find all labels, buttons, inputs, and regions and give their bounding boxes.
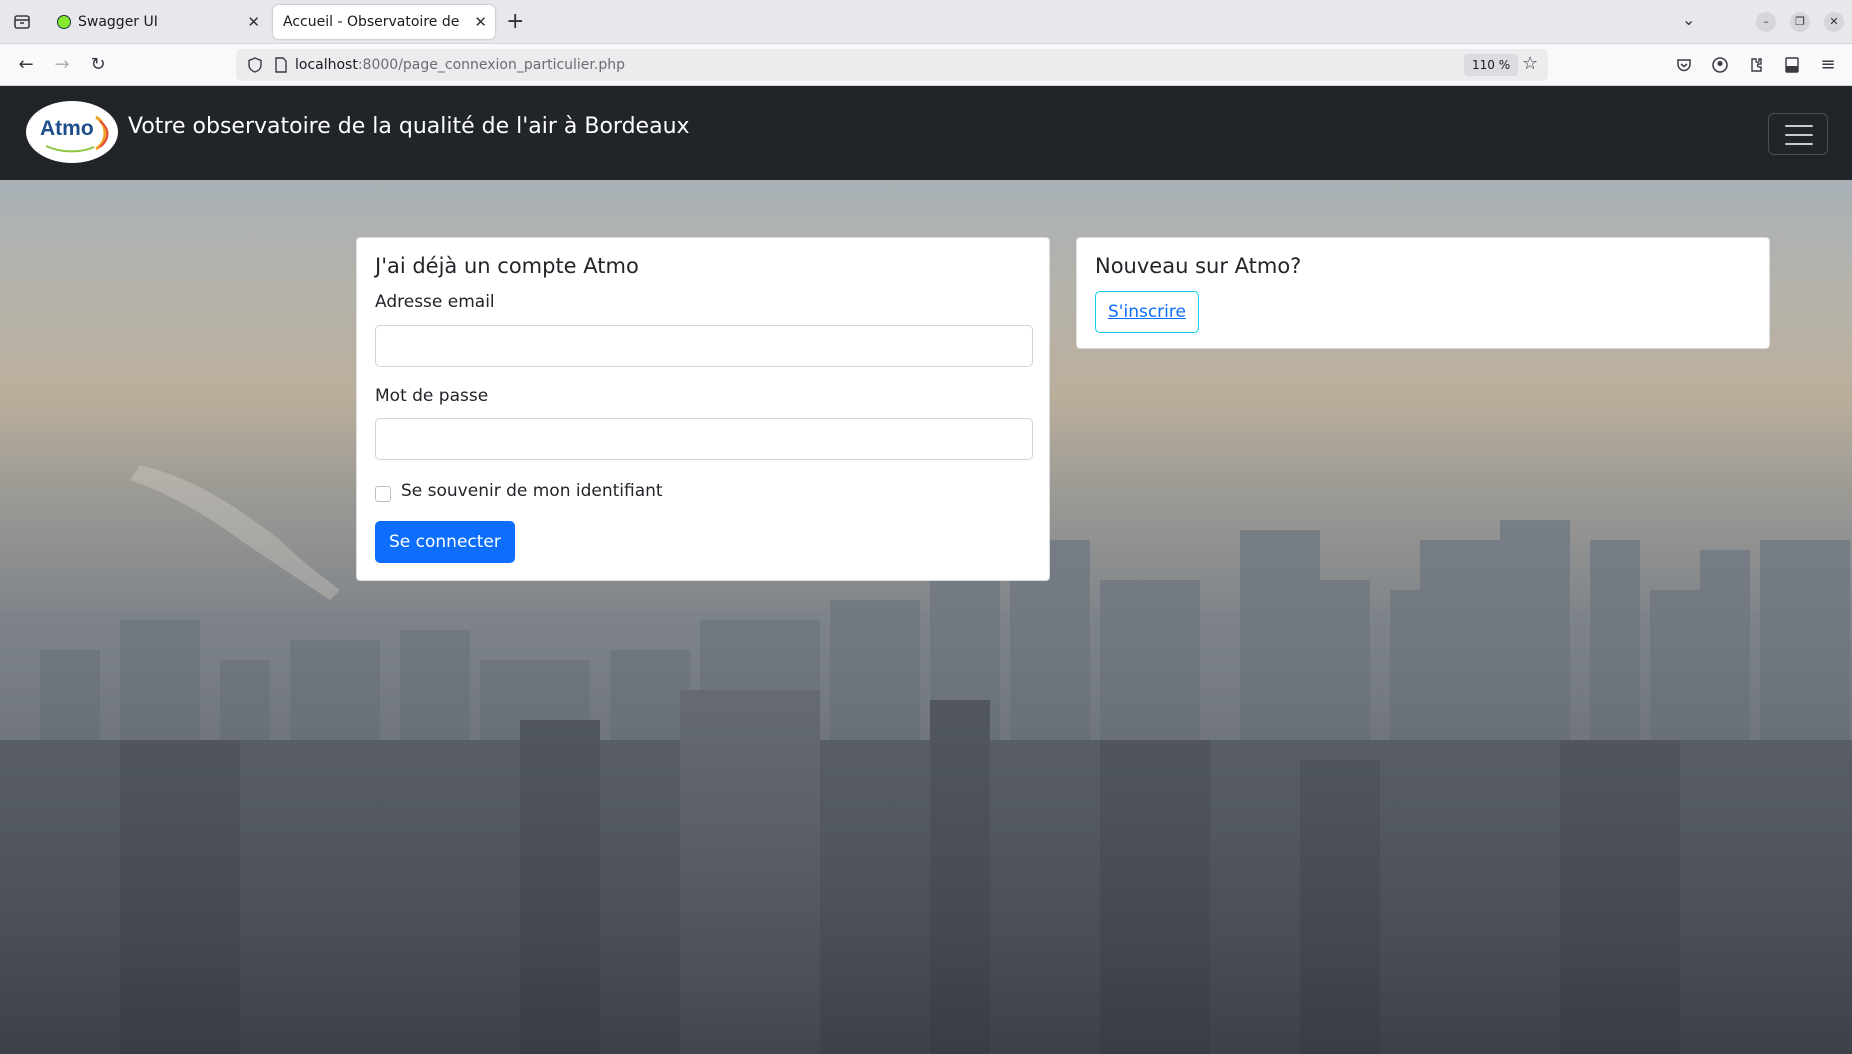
- page-info-icon[interactable]: [274, 56, 288, 74]
- reader-icon[interactable]: [1780, 53, 1804, 77]
- remember-me-label[interactable]: Se souvenir de mon identifiant: [401, 481, 663, 501]
- menu-icon[interactable]: ≡: [1816, 53, 1840, 77]
- browser-tab-bar: Swagger UI ✕ Accueil - Observatoire de l…: [0, 0, 1852, 44]
- minimize-icon[interactable]: –: [1756, 12, 1776, 32]
- address-bar[interactable]: localhost:8000/page_connexion_particulie…: [236, 49, 1548, 81]
- logo-text: Atmo: [40, 117, 94, 140]
- pocket-icon[interactable]: [1672, 53, 1696, 77]
- url-text[interactable]: localhost:8000/page_connexion_particulie…: [295, 49, 625, 81]
- restore-icon[interactable]: ❐: [1790, 12, 1810, 32]
- login-card-title: J'ai déjà un compte Atmo: [375, 254, 639, 278]
- reload-icon[interactable]: ↻: [86, 53, 110, 77]
- new-tab-icon[interactable]: +: [506, 9, 524, 35]
- email-field[interactable]: [375, 325, 1033, 367]
- url-path: :8000/page_connexion_particulier.php: [357, 57, 625, 73]
- site-title[interactable]: Votre observatoire de la qualité de l'ai…: [128, 114, 690, 139]
- browser-tab-swagger[interactable]: Swagger UI ✕: [48, 5, 268, 39]
- signup-card-title: Nouveau sur Atmo?: [1095, 254, 1302, 278]
- close-tab-icon[interactable]: ✕: [247, 5, 260, 39]
- bookmark-star-icon[interactable]: ☆: [1522, 53, 1538, 74]
- close-window-icon[interactable]: ✕: [1824, 12, 1844, 32]
- hamburger-menu-icon[interactable]: [1768, 113, 1828, 155]
- tab-list-icon[interactable]: [10, 10, 34, 34]
- login-button[interactable]: Se connecter: [375, 521, 515, 563]
- close-tab-icon[interactable]: ✕: [474, 5, 487, 39]
- page-content: Atmo Votre observatoire de la qualité de…: [0, 86, 1852, 1054]
- browser-nav-bar: ← → ↻ localhost:8000/page_connexion_part…: [0, 44, 1852, 86]
- atmo-logo[interactable]: Atmo: [26, 101, 118, 163]
- remember-me-checkbox[interactable]: [375, 486, 391, 502]
- tab-title: Swagger UI: [78, 14, 158, 30]
- account-icon[interactable]: [1708, 53, 1732, 77]
- site-header: Atmo Votre observatoire de la qualité de…: [0, 86, 1852, 180]
- back-arrow-icon[interactable]: ←: [14, 53, 38, 77]
- url-host: localhost: [295, 57, 358, 73]
- swagger-favicon-icon: [57, 15, 71, 29]
- password-label: Mot de passe: [375, 386, 489, 406]
- email-label: Adresse email: [375, 292, 495, 312]
- login-card: J'ai déjà un compte Atmo Adresse email M…: [356, 237, 1050, 581]
- browser-tab-accueil[interactable]: Accueil - Observatoire de la q ✕: [273, 5, 495, 39]
- chevron-down-icon[interactable]: ⌄: [1682, 10, 1695, 29]
- signup-card: Nouveau sur Atmo? S'inscrire: [1076, 237, 1770, 349]
- zoom-level[interactable]: 110 %: [1464, 54, 1519, 76]
- password-field[interactable]: [375, 418, 1033, 460]
- extensions-icon[interactable]: [1744, 53, 1768, 77]
- signup-button[interactable]: S'inscrire: [1095, 291, 1199, 333]
- forward-arrow-icon[interactable]: →: [50, 53, 74, 77]
- tab-title: Accueil - Observatoire de la q: [283, 14, 461, 30]
- shield-icon[interactable]: [246, 56, 264, 74]
